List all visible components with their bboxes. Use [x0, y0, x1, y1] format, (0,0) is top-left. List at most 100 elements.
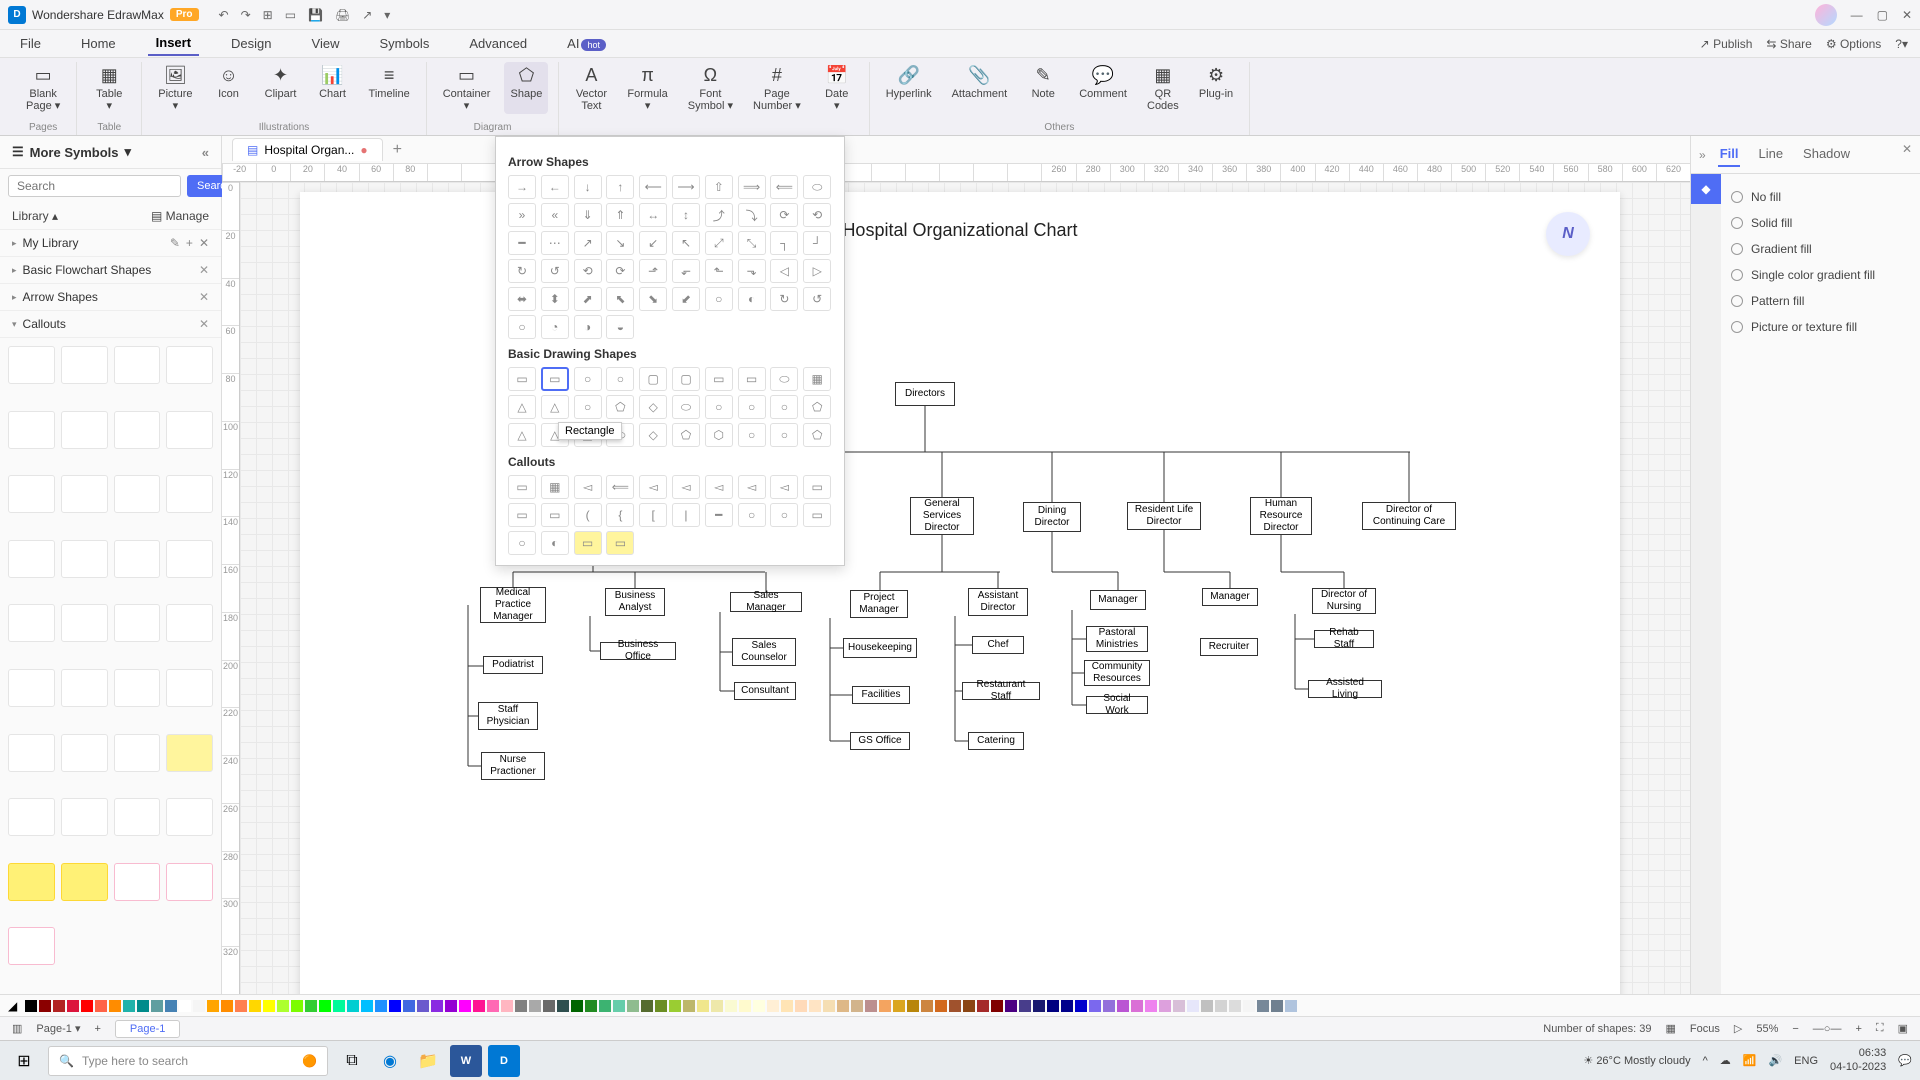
basic-shape[interactable]: △	[508, 423, 536, 447]
color-swatch[interactable]	[263, 1000, 275, 1012]
ribbon-clipart-button[interactable]: ✦Clipart	[259, 62, 303, 114]
arrow-shape[interactable]: ⟶	[672, 175, 700, 199]
callout-shape[interactable]: ⟸	[606, 475, 634, 499]
fill-option-4[interactable]: Pattern fill	[1731, 288, 1910, 314]
color-swatch[interactable]	[389, 1000, 401, 1012]
callout-shape[interactable]: ○	[738, 503, 766, 527]
minimize-icon[interactable]: ―	[1851, 8, 1863, 22]
maximize-icon[interactable]: ▢	[1877, 8, 1888, 22]
options-button[interactable]: ⚙ Options	[1826, 37, 1881, 51]
callout-shape[interactable]	[166, 669, 213, 707]
color-swatch[interactable]	[529, 1000, 541, 1012]
org-box[interactable]: Social Work	[1086, 696, 1148, 714]
callout-shape[interactable]	[166, 540, 213, 578]
library-link[interactable]: Library ▴	[12, 209, 58, 223]
org-box[interactable]: HumanResourceDirector	[1250, 497, 1312, 535]
arrow-shape[interactable]: ↻	[508, 259, 536, 283]
callout-shape[interactable]	[8, 411, 55, 449]
arrow-shape[interactable]: ○	[508, 315, 536, 339]
arrow-shape[interactable]: «	[541, 203, 569, 227]
color-swatch[interactable]	[109, 1000, 121, 1012]
color-swatch[interactable]	[711, 1000, 723, 1012]
ribbon-table-button[interactable]: ▦Table▾	[87, 62, 131, 114]
color-swatch[interactable]	[613, 1000, 625, 1012]
grid-icon[interactable]: ▦	[1665, 1022, 1675, 1035]
color-swatch[interactable]	[375, 1000, 387, 1012]
menu-advanced[interactable]: Advanced	[461, 32, 535, 55]
basic-shape[interactable]: ◇	[639, 395, 667, 419]
color-swatch[interactable]	[795, 1000, 807, 1012]
callout-shape[interactable]	[114, 604, 161, 642]
section-my-library[interactable]: ▸My Library ✎+✕	[0, 230, 221, 257]
fill-option-1[interactable]: Solid fill	[1731, 210, 1910, 236]
eyedropper-icon[interactable]: ◢	[8, 999, 17, 1013]
color-swatch[interactable]	[907, 1000, 919, 1012]
color-swatch[interactable]	[1117, 1000, 1129, 1012]
taskbar-search[interactable]: 🔍 Type here to search 🟠	[48, 1046, 328, 1076]
color-swatch[interactable]	[1229, 1000, 1241, 1012]
arrow-shape[interactable]: ⟲	[574, 259, 602, 283]
close-icon[interactable]: ✕	[199, 290, 209, 304]
color-swatch[interactable]	[361, 1000, 373, 1012]
ribbon-container-button[interactable]: ▭Container▾	[437, 62, 497, 114]
redo-icon[interactable]: ↷	[241, 8, 251, 22]
print-icon[interactable]: 🖨	[335, 8, 350, 22]
arrow-shape[interactable]: ◑	[574, 315, 602, 339]
callout-shape[interactable]	[61, 863, 108, 901]
basic-shape[interactable]: ⬭	[770, 367, 798, 391]
arrow-shape[interactable]: ←	[541, 175, 569, 199]
arrow-shape[interactable]: ⬏	[639, 259, 667, 283]
org-box[interactable]: Manager	[1202, 588, 1258, 606]
new-icon[interactable]: ⊞	[263, 8, 273, 22]
arrow-shape[interactable]: ↻	[770, 287, 798, 311]
color-swatch[interactable]	[179, 1000, 191, 1012]
ribbon-qr-button[interactable]: ▦QRCodes	[1141, 62, 1185, 114]
arrow-shape[interactable]: ⟹	[738, 175, 766, 199]
callout-shape[interactable]	[114, 346, 161, 384]
basic-shape[interactable]: ○	[770, 395, 798, 419]
arrow-shape[interactable]: ⬑	[705, 259, 733, 283]
color-swatch[interactable]	[25, 1000, 37, 1012]
org-box[interactable]: Director ofNursing	[1312, 588, 1376, 614]
hamburger-icon[interactable]: ☰	[12, 144, 24, 160]
org-box[interactable]: CommunityResources	[1084, 660, 1150, 686]
menu-symbols[interactable]: Symbols	[371, 32, 437, 55]
color-swatch[interactable]	[137, 1000, 149, 1012]
section-arrow[interactable]: ▸Arrow Shapes ✕	[0, 284, 221, 311]
org-box[interactable]: SalesCounselor	[732, 638, 796, 666]
callout-shape[interactable]	[8, 604, 55, 642]
close-icon[interactable]: ✕	[1902, 142, 1912, 167]
basic-shape[interactable]: ○	[770, 423, 798, 447]
callout-shape[interactable]: ◅	[574, 475, 602, 499]
arrow-shape[interactable]: ⋯	[541, 231, 569, 255]
callout-shape[interactable]	[8, 669, 55, 707]
arrow-shape[interactable]: ⟳	[770, 203, 798, 227]
arrow-shape[interactable]: ┘	[803, 231, 831, 255]
callout-shape[interactable]	[8, 927, 55, 965]
arrow-shape[interactable]: →	[508, 175, 536, 199]
basic-shape[interactable]: ○	[606, 367, 634, 391]
org-box[interactable]: Housekeeping	[843, 638, 917, 658]
zoom-slider[interactable]: ―○―	[1813, 1023, 1842, 1035]
arrow-shape[interactable]: ↺	[803, 287, 831, 311]
basic-shape[interactable]: ○	[738, 395, 766, 419]
callout-shape[interactable]: ◅	[738, 475, 766, 499]
basic-shape[interactable]: ⬡	[705, 423, 733, 447]
arrow-shape[interactable]: ▷	[803, 259, 831, 283]
undo-icon[interactable]: ↶	[219, 8, 229, 22]
org-box[interactable]: Podiatrist	[483, 656, 543, 674]
color-swatch[interactable]	[851, 1000, 863, 1012]
search-input[interactable]	[8, 175, 181, 197]
color-swatch[interactable]	[599, 1000, 611, 1012]
fill-tool-icon[interactable]: ◆	[1691, 174, 1721, 204]
color-swatch[interactable]	[221, 1000, 233, 1012]
arrow-shape[interactable]: ⇧	[705, 175, 733, 199]
arrow-shape[interactable]: »	[508, 203, 536, 227]
expand-icon[interactable]: »	[1699, 148, 1706, 162]
color-swatch[interactable]	[865, 1000, 877, 1012]
callout-shape[interactable]	[114, 475, 161, 513]
callout-shape[interactable]: ▦	[541, 475, 569, 499]
callout-shape[interactable]: ○	[770, 503, 798, 527]
callout-shape[interactable]: ▭	[803, 475, 831, 499]
edit-icon[interactable]: ✎	[170, 236, 180, 250]
